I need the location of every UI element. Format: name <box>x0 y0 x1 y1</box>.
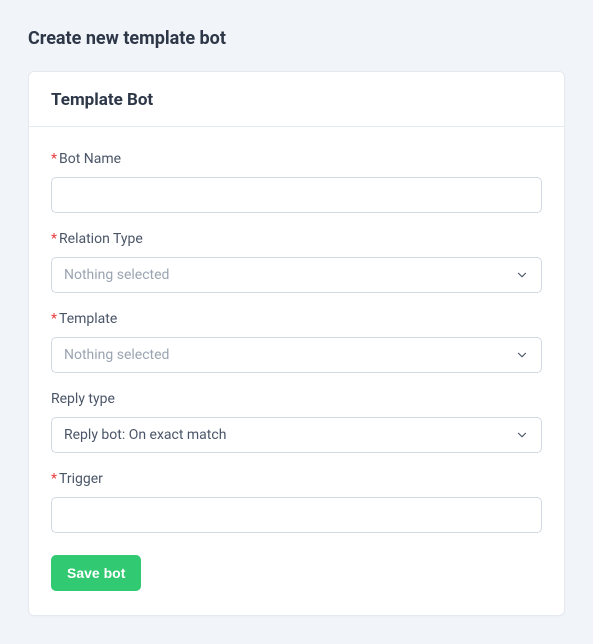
bot-name-label: *Bot Name <box>51 151 542 167</box>
trigger-label: *Trigger <box>51 471 542 487</box>
required-marker: * <box>51 231 57 247</box>
card-title: Template Bot <box>51 90 542 110</box>
bot-name-label-text: Bot Name <box>59 151 121 167</box>
required-marker: * <box>51 471 57 487</box>
card-header: Template Bot <box>29 72 564 127</box>
field-template: *Template Nothing selected <box>51 311 542 373</box>
template-label-text: Template <box>59 311 117 327</box>
trigger-input[interactable] <box>51 497 542 533</box>
field-trigger: *Trigger <box>51 471 542 533</box>
page-title: Create new template bot <box>28 28 565 49</box>
chevron-down-icon <box>515 428 529 442</box>
chevron-down-icon <box>515 268 529 282</box>
template-selected: Nothing selected <box>64 347 169 363</box>
field-relation-type: *Relation Type Nothing selected <box>51 231 542 293</box>
bot-name-input[interactable] <box>51 177 542 213</box>
required-marker: * <box>51 311 57 327</box>
relation-type-label-text: Relation Type <box>59 231 143 247</box>
card-body: *Bot Name *Relation Type Nothing selecte… <box>29 127 564 615</box>
relation-type-selected: Nothing selected <box>64 267 169 283</box>
required-marker: * <box>51 151 57 167</box>
template-select[interactable]: Nothing selected <box>51 337 542 373</box>
relation-type-label: *Relation Type <box>51 231 542 247</box>
chevron-down-icon <box>515 348 529 362</box>
reply-type-label-text: Reply type <box>51 391 115 407</box>
field-reply-type: Reply type Reply bot: On exact match <box>51 391 542 453</box>
relation-type-select[interactable]: Nothing selected <box>51 257 542 293</box>
reply-type-selected: Reply bot: On exact match <box>64 427 226 443</box>
form-card: Template Bot *Bot Name *Relation Type No… <box>28 71 565 616</box>
trigger-label-text: Trigger <box>59 471 103 487</box>
reply-type-label: Reply type <box>51 391 542 407</box>
reply-type-select[interactable]: Reply bot: On exact match <box>51 417 542 453</box>
field-bot-name: *Bot Name <box>51 151 542 213</box>
save-bot-button[interactable]: Save bot <box>51 555 141 591</box>
template-label: *Template <box>51 311 542 327</box>
